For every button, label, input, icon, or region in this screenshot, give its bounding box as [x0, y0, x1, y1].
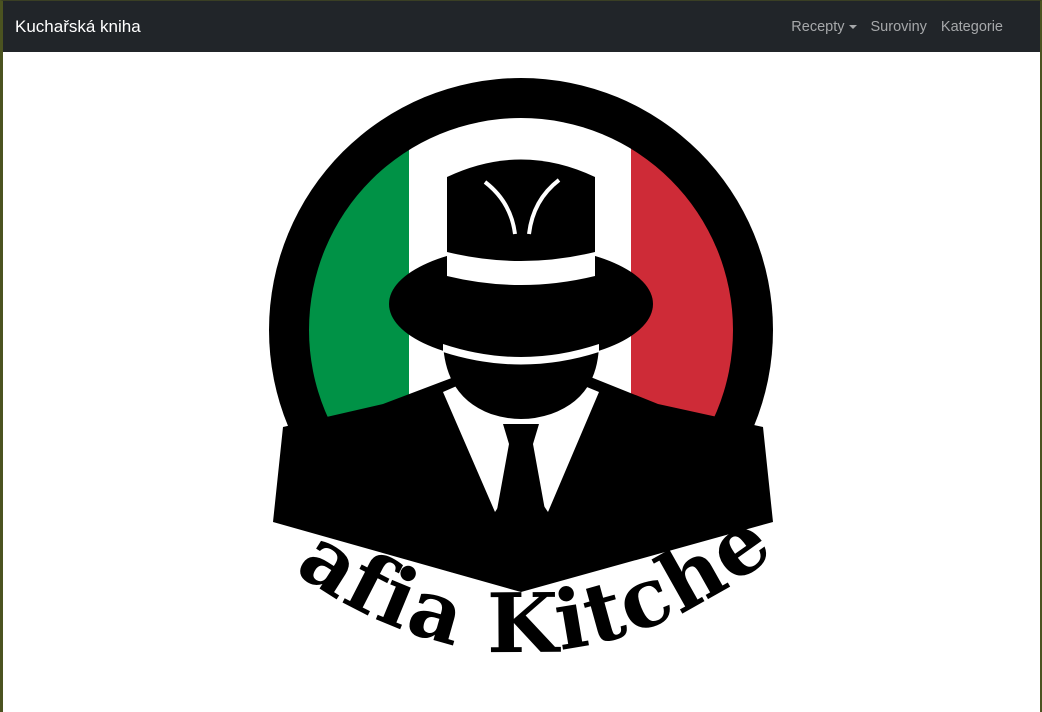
navbar: Kuchařská kniha Recepty Suroviny Kategor… — [3, 1, 1040, 52]
nav-item-kategorie[interactable]: Kategorie — [934, 19, 1010, 35]
nav-item-label: Kategorie — [940, 18, 1003, 35]
mafia-kitchen-logo: Mafia Kitchen — [3, 1, 787, 672]
hero-logo-area: Mafia Kitchen — [3, 1, 1040, 712]
nav-menu: Recepty Suroviny Kategorie — [784, 19, 1028, 35]
caret-down-icon — [848, 24, 857, 29]
app-window: Kuchařská kniha Recepty Suroviny Kategor… — [0, 0, 1042, 712]
navbar-brand[interactable]: Kuchařská kniha — [15, 17, 141, 37]
nav-item-label: Recepty — [791, 18, 845, 35]
nav-item-label: Suroviny — [870, 18, 927, 35]
nav-item-recepty[interactable]: Recepty — [784, 19, 863, 35]
nav-item-suroviny[interactable]: Suroviny — [864, 19, 934, 35]
